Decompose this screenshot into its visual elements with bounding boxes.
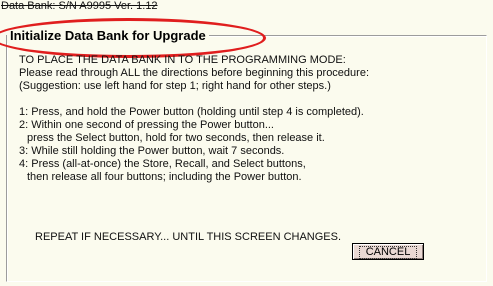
step-4: 4: Press (all-at-once) the Store, Recall… bbox=[19, 158, 306, 170]
step-2-continued: press the Select button, hold for two se… bbox=[27, 132, 325, 144]
step-4-continued: then release all four buttons; including… bbox=[27, 171, 302, 183]
cancel-button-label: CANCEL bbox=[358, 245, 418, 259]
cancel-button[interactable]: CANCEL bbox=[352, 243, 424, 260]
instructions-text: TO PLACE THE DATA BANK IN TO THE PROGRAM… bbox=[19, 54, 487, 184]
repeat-notice: REPEAT IF NECESSARY... UNTIL THIS SCREEN… bbox=[35, 231, 342, 243]
step-3: 3: While still holding the Power button,… bbox=[19, 145, 285, 157]
step-2: 2: Within one second of pressing the Pow… bbox=[19, 119, 274, 131]
window-title-text: Data Bank: S/N A9995 Ver. 1.12 bbox=[1, 0, 158, 12]
data-bank-window: Data Bank: S/N A9995 Ver. 1.12 Initializ… bbox=[0, 0, 493, 286]
step-1: 1: Press, and hold the Power button (hol… bbox=[19, 106, 364, 118]
window-title: Data Bank: S/N A9995 Ver. 1.12 bbox=[1, 0, 158, 13]
intro-line-1: TO PLACE THE DATA BANK IN TO THE PROGRAM… bbox=[19, 54, 346, 66]
intro-line-2: Please read through ALL the directions b… bbox=[19, 67, 369, 79]
intro-line-3: (Suggestion: use left hand for step 1; r… bbox=[19, 80, 331, 92]
panel-legend: Initialize Data Bank for Upgrade bbox=[7, 28, 209, 43]
